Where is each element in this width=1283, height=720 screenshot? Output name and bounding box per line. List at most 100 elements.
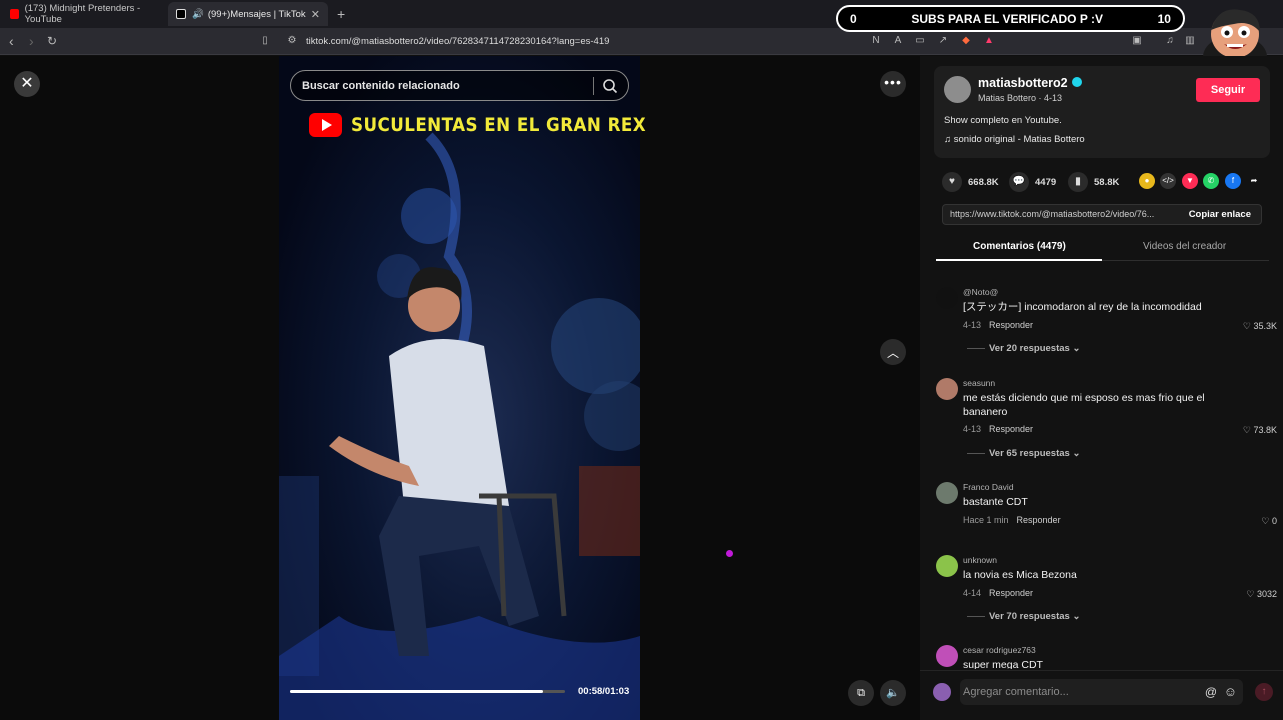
commenter-avatar[interactable] [936, 287, 958, 309]
emoji-icon[interactable]: ☺ [1224, 684, 1237, 699]
comment-date: Hace 1 min [963, 515, 1009, 525]
author-subline: Matias Bottero · 4-13 [978, 93, 1063, 103]
comment-stat[interactable]: 💬 4479 [1009, 172, 1056, 192]
follow-button[interactable]: Seguir [1196, 78, 1260, 102]
share-page-icon[interactable]: ↗ [937, 35, 949, 47]
author-username[interactable]: matiasbottero2 [978, 76, 1082, 90]
panel-tabs: Comentarios (4479) Videos del creador [936, 236, 1269, 261]
copy-link-box: https://www.tiktok.com/@matiasbottero2/v… [942, 204, 1262, 225]
volume-button[interactable]: 🔈 [880, 680, 906, 706]
copy-link-button[interactable]: Copiar enlace [1189, 205, 1251, 224]
sidebar-icon[interactable]: ▣ [1131, 35, 1143, 47]
forward-icon[interactable]: › [29, 33, 34, 49]
reading-list-icon[interactable]: ▥ [1184, 35, 1196, 47]
close-player-button[interactable]: ✕ [14, 71, 40, 97]
comment-meta: 4-13 Responder [963, 424, 1033, 434]
cast-icon[interactable]: ▭ [914, 35, 926, 47]
site-info-icon[interactable]: ⚙ [286, 35, 298, 47]
author-username-text: matiasbottero2 [978, 76, 1068, 90]
search-icon[interactable] [602, 78, 618, 94]
like-stat[interactable]: ♥ 668.8K [942, 172, 999, 192]
music-note-icon: ♫ [944, 134, 954, 145]
sound-link[interactable]: ♫ sonido original - Matias Bottero [944, 134, 1085, 145]
reload-icon[interactable]: ↻ [47, 34, 57, 48]
mention-icon[interactable]: @ [1205, 685, 1217, 699]
bookmark-icon[interactable]: ▯ [259, 35, 271, 47]
cursor-dot [726, 550, 733, 557]
youtube-logo-icon [309, 113, 342, 137]
speaker-icon: 🔊 [192, 8, 204, 20]
video-progress-fill [290, 690, 543, 693]
send-comment-button[interactable]: ↑ [1255, 683, 1273, 701]
commenter-name[interactable]: cesar rodriguez763 [963, 645, 1036, 655]
tiktok-icon [176, 9, 186, 19]
sub-goal-start: 0 [850, 11, 857, 26]
save-count: 58.8K [1094, 176, 1120, 188]
tab-label: (99+)Mensajes | TikTok [207, 8, 306, 20]
whatsapp-icon[interactable]: ✆ [1203, 173, 1219, 189]
comment-date: 4-13 [963, 424, 982, 434]
related-search-placeholder: Buscar contenido relacionado [302, 79, 460, 92]
reply-button[interactable]: Responder [989, 424, 1033, 434]
video-progress-bar[interactable] [290, 690, 565, 693]
comment-item: Franco David bastante CDT Hace 1 min Resp… [936, 482, 1281, 532]
tab-tiktok[interactable]: 🔊 (99+)Mensajes | TikTok ✕ [168, 2, 328, 26]
facebook-icon[interactable]: f [1225, 173, 1241, 189]
comment-icon: 💬 [1009, 172, 1029, 192]
comment-like[interactable]: ♡ 0 [1261, 516, 1277, 527]
view-replies-button[interactable]: Ver 65 respuestas ⌄ [967, 448, 1080, 459]
sub-goal-target: 10 [1157, 11, 1171, 26]
save-stat[interactable]: ▮ 58.8K [1068, 172, 1119, 192]
commenter-avatar[interactable] [936, 482, 958, 504]
back-icon[interactable]: ‹ [9, 33, 14, 49]
more-options-button[interactable]: ••• [880, 71, 906, 97]
view-replies-button[interactable]: Ver 20 respuestas ⌄ [967, 343, 1080, 354]
tab-comments[interactable]: Comentarios (4479) [973, 241, 1066, 252]
comment-composer: Agregar comentario... @ ☺ ↑ [920, 670, 1283, 720]
commenter-avatar[interactable] [936, 645, 958, 667]
media-icon[interactable]: ♫ [1164, 35, 1176, 47]
bookmark-icon: ▮ [1068, 172, 1088, 192]
comment-meta: 4-13 Responder [963, 320, 1033, 330]
reply-button[interactable]: Responder [989, 320, 1033, 330]
commenter-avatar[interactable] [936, 378, 958, 400]
commenter-name[interactable]: @Noto@ [963, 287, 998, 297]
active-tab-indicator [936, 259, 1102, 261]
comment-text: super mega CDT [963, 659, 1043, 669]
url-field[interactable]: tiktok.com/@matiasbottero2/video/7628347… [306, 36, 609, 47]
send-to-friends-icon[interactable]: ▼ [1182, 173, 1198, 189]
commenter-name[interactable]: unknown [963, 555, 997, 565]
new-tab-button[interactable]: + [337, 6, 345, 22]
translate-off-icon[interactable]: N [870, 35, 882, 47]
commenter-name[interactable]: seasunn [963, 378, 995, 388]
comment-item: unknown la novia es Mica Bezona 4-14 Resp… [936, 555, 1281, 625]
comment-input[interactable]: Agregar comentario... [960, 679, 1243, 705]
video-frame[interactable] [279, 56, 640, 720]
translate-icon[interactable]: A [892, 35, 904, 47]
repost-icon[interactable]: ● [1139, 173, 1155, 189]
tab-youtube[interactable]: (173) Midnight Pretenders - YouTube [2, 2, 166, 26]
comment-like[interactable]: ♡ 73.8K [1243, 425, 1277, 436]
reply-button[interactable]: Responder [989, 588, 1033, 598]
comment-like[interactable]: ♡ 35.3K [1243, 321, 1277, 332]
author-avatar[interactable] [944, 76, 971, 103]
reply-button[interactable]: Responder [1017, 515, 1061, 525]
commenter-avatar[interactable] [936, 555, 958, 577]
brave-shield-icon[interactable]: ◆ [960, 35, 972, 47]
embed-icon[interactable]: </> [1160, 173, 1176, 189]
previous-video-button[interactable]: ︿ [880, 339, 906, 365]
rewards-icon[interactable]: ▲ [983, 35, 995, 47]
commenter-name[interactable]: Franco David [963, 482, 1014, 492]
related-search-box[interactable]: Buscar contenido relacionado [290, 70, 629, 101]
youtube-icon [10, 9, 19, 19]
pip-button[interactable]: ⧉ [848, 680, 874, 706]
comment-like[interactable]: ♡ 3032 [1246, 589, 1277, 600]
share-icon[interactable]: ➦ [1246, 173, 1262, 189]
comment-count: 4479 [1035, 176, 1057, 188]
view-replies-button[interactable]: Ver 70 respuestas ⌄ [967, 611, 1080, 622]
sub-goal-text: SUBS PARA EL VERIFICADO P :V [911, 11, 1103, 26]
comment-like-count: 0 [1271, 516, 1277, 526]
close-tab-icon[interactable]: ✕ [311, 8, 320, 21]
search-divider [593, 77, 594, 95]
tab-creator-videos[interactable]: Videos del creador [1143, 241, 1226, 252]
